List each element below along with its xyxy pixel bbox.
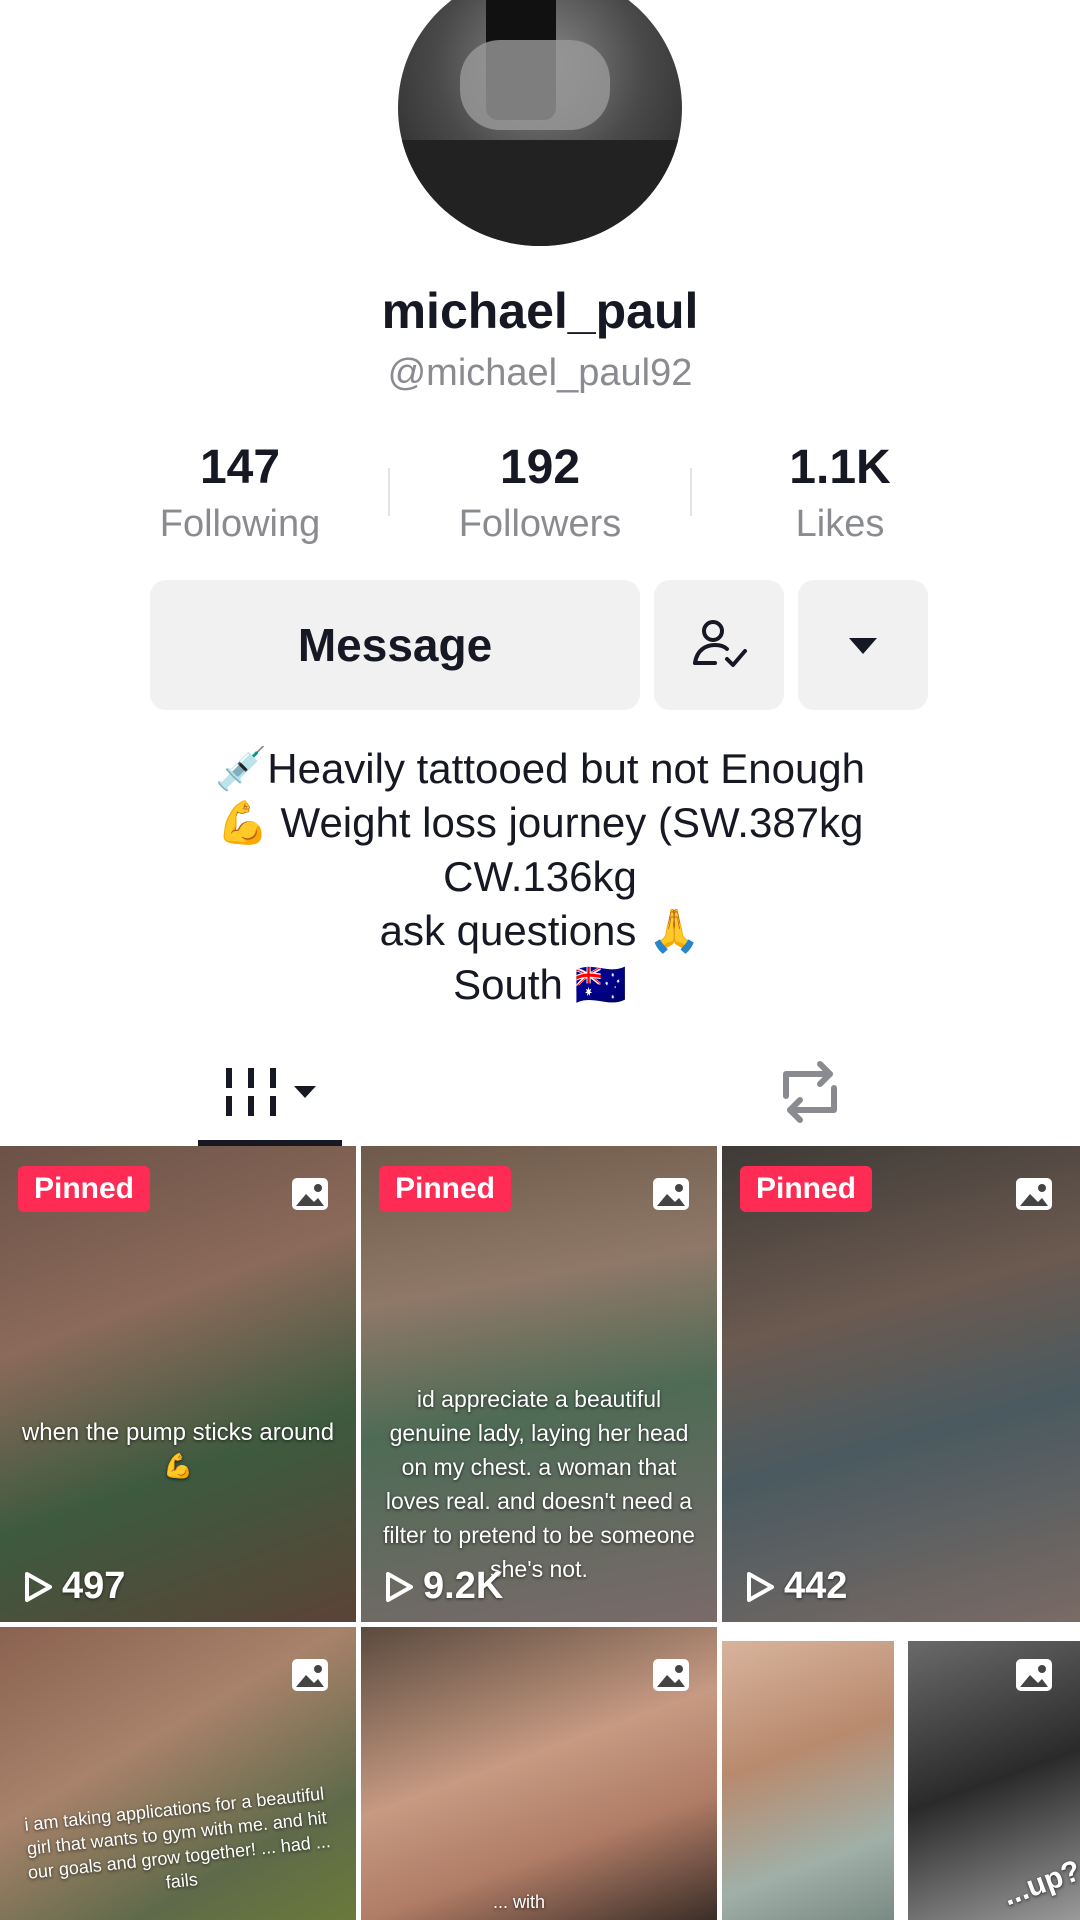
pinned-badge: Pinned: [18, 1166, 151, 1212]
video-caption: when the pump sticks around 💪: [21, 1419, 335, 1480]
stat-following-label: Following: [159, 503, 321, 545]
video-thumbnail[interactable]: i am taking applications for a beautiful…: [0, 1627, 356, 1920]
tab-videos[interactable]: [198, 1052, 342, 1148]
repost-icon: [783, 1061, 837, 1123]
stat-following[interactable]: 147 Following: [100, 440, 380, 546]
video-caption: ... with: [492, 1892, 545, 1912]
video-grid: Pinned when the pump sticks around 💪 497…: [0, 1146, 1080, 1920]
view-count: 9.2K: [383, 1565, 503, 1608]
video-thumbnail[interactable]: ...up?: [722, 1627, 1080, 1920]
photo-icon: [1016, 1178, 1052, 1210]
username-handle: @michael_paul92: [387, 352, 693, 394]
view-count-value: 9.2K: [423, 1565, 504, 1607]
video-thumbnail[interactable]: Pinned when the pump sticks around 💪 497: [0, 1146, 356, 1622]
pinned-badge: Pinned: [740, 1166, 873, 1212]
photo-icon: [653, 1178, 689, 1210]
bio-line: South 🇦🇺: [453, 961, 627, 1008]
caret-down-icon: [849, 638, 877, 654]
pinned-badge: Pinned: [379, 1166, 512, 1212]
person-check-icon: [693, 620, 747, 667]
stat-following-count: 147: [199, 441, 281, 494]
following-button[interactable]: [654, 580, 784, 710]
collage-photo: [722, 1641, 894, 1920]
view-count-value: 497: [62, 1565, 126, 1607]
stat-divider: [690, 468, 692, 516]
stat-followers[interactable]: 192 Followers: [400, 440, 680, 546]
stat-divider: [388, 468, 390, 516]
stat-followers-label: Followers: [458, 503, 622, 545]
photo-icon: [292, 1659, 328, 1691]
video-caption: i am taking applications for a beautiful…: [23, 1783, 332, 1893]
photo-icon: [292, 1178, 328, 1210]
stat-likes-count: 1.1K: [789, 441, 891, 494]
bio-line: CW.136kg: [443, 853, 637, 900]
bio-line: 💪 Weight loss journey (SW.387kg: [216, 799, 864, 846]
display-name: michael_paul: [381, 283, 699, 339]
profile-avatar[interactable]: [398, 0, 682, 246]
stat-likes-label: Likes: [795, 503, 885, 545]
profile-tabs: [0, 1040, 1080, 1148]
bio-line: ask questions 🙏: [379, 907, 701, 954]
bio-line: 💉Heavily tattooed but not Enough: [214, 745, 866, 792]
avatar-hands: [460, 40, 610, 130]
stat-likes[interactable]: 1.1K Likes: [700, 440, 980, 546]
view-count: 497: [22, 1565, 125, 1608]
video-caption: id appreciate a beautiful genuine lady, …: [383, 1386, 695, 1582]
photo-icon: [1016, 1659, 1052, 1691]
more-options-button[interactable]: [798, 580, 928, 710]
view-count: 442: [744, 1565, 847, 1608]
tab-reposts[interactable]: [770, 1052, 850, 1132]
photo-icon: [653, 1659, 689, 1691]
stat-followers-count: 192: [499, 441, 581, 494]
avatar-shirt: [398, 140, 682, 246]
video-thumbnail[interactable]: Pinned id appreciate a beautiful genuine…: [361, 1146, 717, 1622]
play-icon: [386, 1571, 413, 1602]
video-thumbnail[interactable]: ... with: [361, 1627, 717, 1920]
message-button[interactable]: Message: [150, 580, 640, 710]
view-count-value: 442: [784, 1565, 848, 1607]
grid-icon: [226, 1068, 316, 1116]
profile-bio: 💉Heavily tattooed but not Enough 💪 Weigh…: [0, 742, 1080, 1012]
play-icon: [747, 1571, 774, 1602]
video-thumbnail[interactable]: Pinned 442: [722, 1146, 1080, 1622]
play-icon: [25, 1571, 52, 1602]
